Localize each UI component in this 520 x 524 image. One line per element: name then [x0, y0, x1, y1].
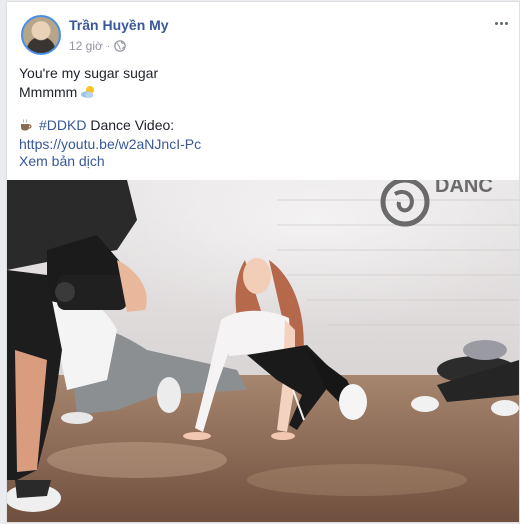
video-label: Dance Video: [86, 117, 175, 133]
globe-icon[interactable] [114, 40, 127, 52]
post-time[interactable]: 12 giờ [69, 39, 103, 53]
post-line-2-text: Mmmmm [19, 84, 78, 100]
meta-separator: · [106, 40, 111, 52]
hashtag-link[interactable]: #DDKD [39, 117, 86, 133]
more-options-icon[interactable] [491, 14, 511, 32]
youtube-link[interactable]: https://youtu.be/w2aNJncI-Pc [19, 136, 201, 152]
author-avatar[interactable] [21, 15, 61, 55]
author-name[interactable]: Trần Huyền My [69, 17, 169, 33]
sun-behind-cloud-emoji [81, 86, 95, 98]
post-line-1: You're my sugar sugar [19, 65, 159, 81]
hot-beverage-emoji [21, 119, 32, 131]
post-line-2: Mmmmm [19, 83, 509, 102]
post-line-3: #DDKD Dance Video: [19, 116, 509, 135]
facebook-post: Trần Huyền My 12 giờ · You're my sugar s… [6, 1, 520, 523]
post-meta: 12 giờ · [69, 39, 127, 53]
post-line-4: https://youtu.be/w2aNJncI-Pc [19, 135, 509, 154]
see-translation-link[interactable]: Xem bản dịch [19, 153, 105, 169]
wall-sign-text: DANC [435, 180, 493, 197]
dance-studio-photo[interactable]: DANC [7, 180, 519, 523]
post-text: You're my sugar sugar Mmmmm #DDKD Dance … [19, 64, 509, 154]
